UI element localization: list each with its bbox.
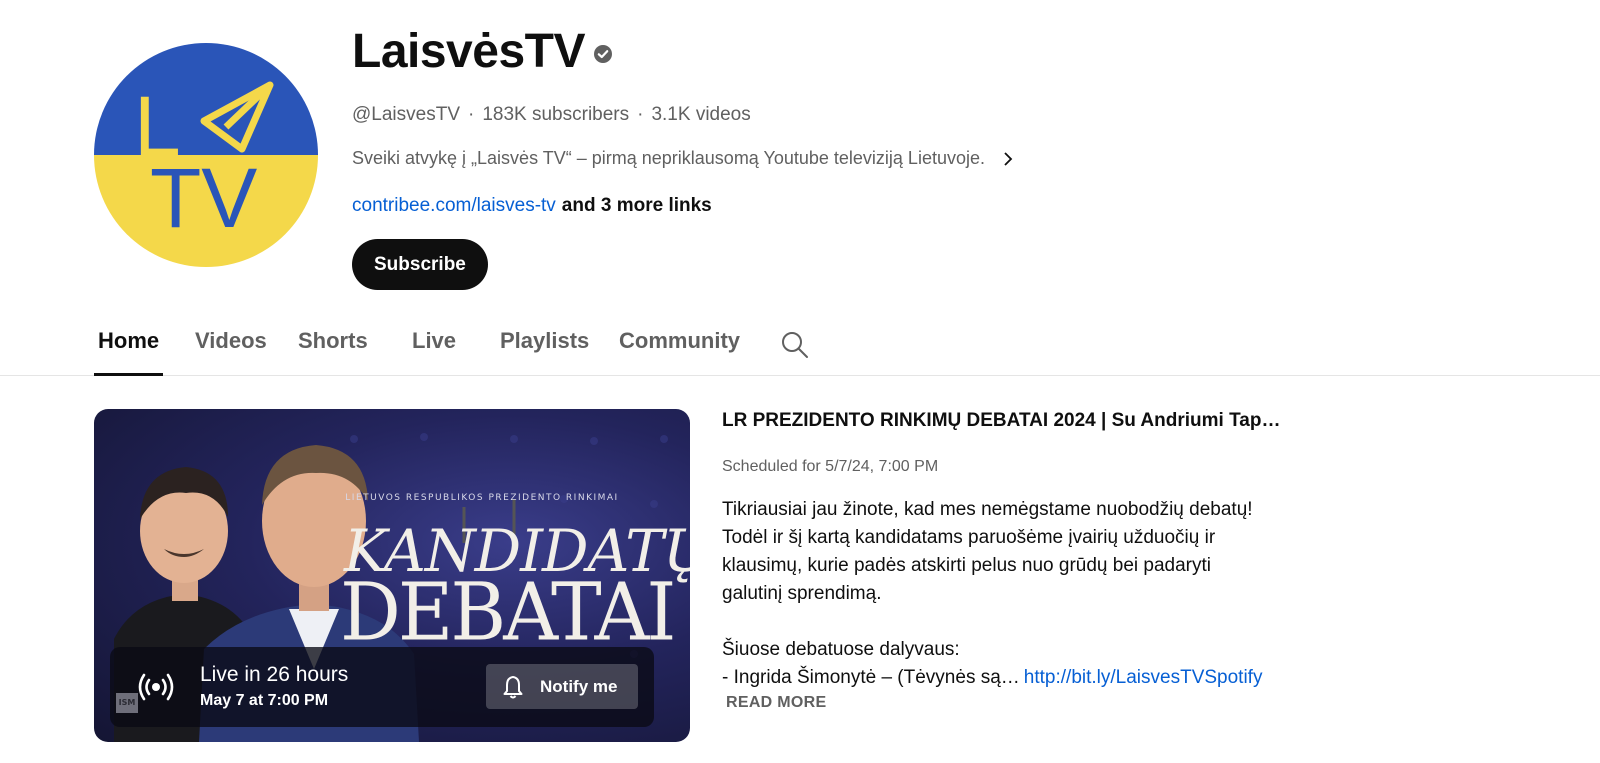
description-line: Todėl ir šį kartą kandidatams paruošėme …	[722, 527, 1216, 548]
featured-video-info: LR PREZIDENTO RINKIMŲ DEBATAI 2024 | Su …	[722, 410, 1302, 712]
channel-description-text: Sveiki atvykę į „Laisvės TV“ – pirmą nep…	[352, 148, 985, 168]
channel-avatar[interactable]: L TV	[94, 43, 318, 267]
channel-tabs: Home Videos Shorts Live Playlists Commun…	[0, 310, 1600, 376]
subscribe-button[interactable]: Subscribe	[352, 239, 488, 290]
meta-separator: ·	[637, 104, 644, 125]
channel-title: LaisvėsTV	[352, 24, 585, 78]
channel-handle: @LaisvesTV	[352, 104, 460, 125]
avatar-letters-tv: TV	[150, 151, 257, 245]
channel-logo: L TV	[94, 43, 318, 267]
participant-text: - Ingrida Šimonytė – (Tėvynės są…	[722, 667, 1020, 688]
live-time: May 7 at 7:00 PM	[200, 692, 329, 709]
tab-home[interactable]: Home	[93, 328, 164, 376]
thumbnail-title-line2: DEBATAI	[340, 564, 676, 659]
tab-videos[interactable]: Videos	[195, 328, 267, 376]
featured-video-title[interactable]: LR PREZIDENTO RINKIMŲ DEBATAI 2024 | Su …	[722, 410, 1282, 432]
video-count: 3.1K videos	[651, 104, 751, 125]
tab-playlists[interactable]: Playlists	[500, 328, 589, 376]
tab-shorts[interactable]: Shorts	[298, 328, 368, 376]
search-icon[interactable]	[780, 330, 810, 360]
more-links-button[interactable]: and 3 more links	[562, 195, 712, 217]
scheduled-time: Scheduled for 5/7/24, 7:00 PM	[722, 458, 939, 475]
description-line: galutinį sprendimą.	[722, 583, 882, 604]
live-status: Live in 26 hours	[200, 663, 349, 686]
channel-title-row: LaisvėsTV	[352, 18, 1252, 84]
featured-video-thumbnail[interactable]: LIETUVOS RESPUBLIKOS PREZIDENTO RINKIMAI…	[94, 409, 690, 742]
thumbnail-kicker: LIETUVOS RESPUBLIKOS PREZIDENTO RINKIMAI	[345, 493, 619, 503]
tab-live[interactable]: Live	[412, 328, 456, 376]
description-link[interactable]: http://bit.ly/LaisvesTVSpotify	[1024, 667, 1263, 688]
verified-badge-icon	[593, 45, 612, 63]
read-more-button[interactable]: READ MORE	[726, 694, 1302, 712]
live-broadcast-icon	[138, 673, 174, 701]
bell-icon	[503, 675, 523, 698]
chevron-right-icon	[1004, 151, 1013, 166]
participant-line: - Ingrida Šimonytė – (Tėvynės są… http://…	[722, 664, 1282, 692]
channel-links: contribee.com/laisves-tv and 3 more link…	[352, 195, 1252, 217]
tab-community[interactable]: Community	[619, 328, 740, 376]
upcoming-live-overlay: Live in 26 hours May 7 at 7:00 PM Notify…	[110, 647, 654, 727]
channel-info: LaisvėsTV @LaisvesTV · 183K subscribers …	[352, 18, 1252, 290]
description-line: Tikriausiai jau žinote, kad mes nemėgsta…	[722, 499, 1253, 520]
notify-me-button[interactable]: Notify me	[486, 664, 638, 709]
meta-separator: ·	[468, 104, 475, 125]
notify-me-label: Notify me	[540, 676, 618, 696]
channel-meta: @LaisvesTV · 183K subscribers · 3.1K vid…	[352, 104, 1252, 126]
featured-video-description: Tikriausiai jau žinote, kad mes nemėgsta…	[722, 496, 1282, 692]
description-line: klausimų, kurie padės atskirti pelus nuo…	[722, 555, 1211, 576]
sponsor-logo: ISM	[116, 693, 138, 713]
channel-primary-link[interactable]: contribee.com/laisves-tv	[352, 195, 556, 217]
participants-heading: Šiuose debatuose dalyvaus:	[722, 639, 960, 660]
channel-description[interactable]: Sveiki atvykę į „Laisvės TV“ – pirmą nep…	[352, 148, 1252, 169]
subscriber-count: 183K subscribers	[482, 104, 630, 125]
description-gap	[722, 608, 1282, 636]
